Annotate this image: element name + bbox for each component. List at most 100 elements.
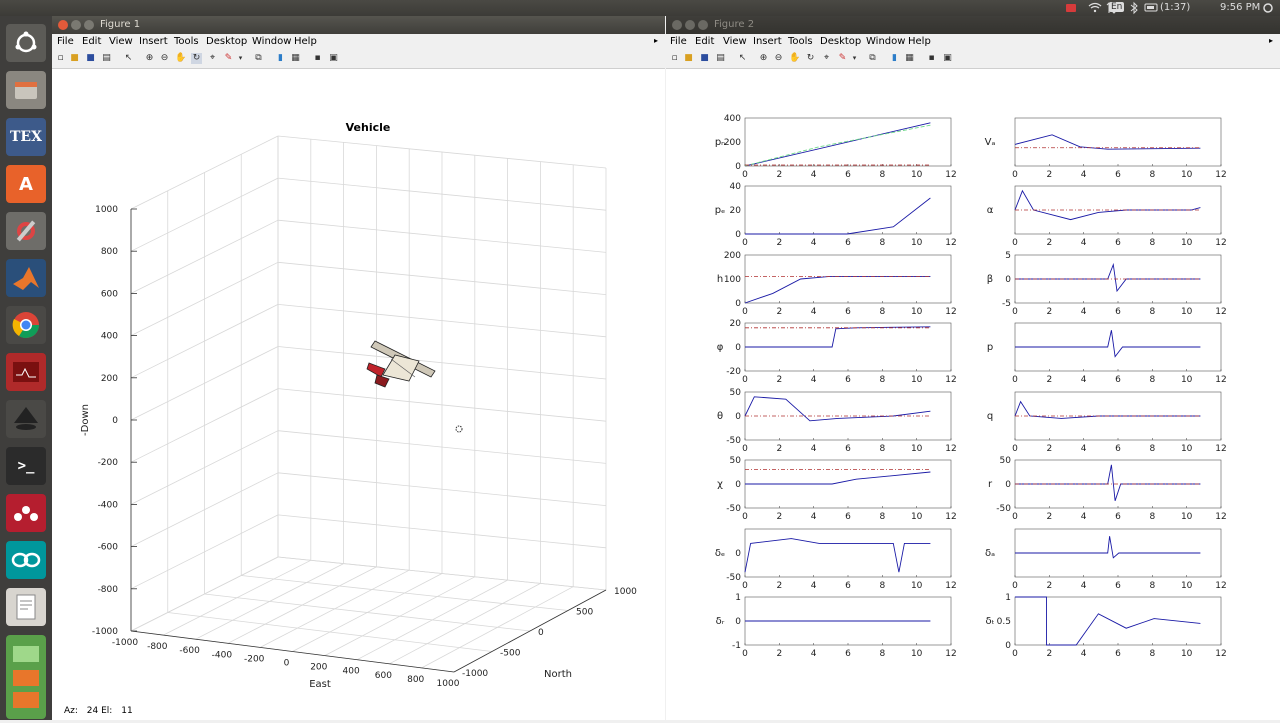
menu-desktop[interactable]: Desktop xyxy=(206,36,247,47)
brush-icon[interactable]: ✎ xyxy=(837,53,848,64)
settings-icon[interactable] xyxy=(6,212,46,250)
zoom-in-icon[interactable]: ⊕ xyxy=(758,53,769,64)
data-cursor-icon[interactable]: ⌖ xyxy=(207,53,218,64)
file-manager-icon[interactable] xyxy=(6,71,46,109)
bluetooth-icon[interactable] xyxy=(1130,1,1138,15)
hide-plot-tools-icon[interactable]: ▪ xyxy=(926,53,937,64)
chrome-icon[interactable] xyxy=(6,306,46,344)
close-button[interactable] xyxy=(672,20,682,30)
ubuntu-dash-icon[interactable] xyxy=(6,24,46,62)
subplot-pn[interactable]: 0 2 4 6 8 10 12 400 200 0 pₙ xyxy=(715,114,957,180)
subplot-delta_r[interactable]: 0 2 4 6 8 10 1210-1δᵣ xyxy=(716,593,957,659)
subplot-p[interactable]: 0 2 4 6 8 10 12 p xyxy=(987,322,1227,385)
edit-plot-icon[interactable]: ↖ xyxy=(123,53,134,64)
brush-icon[interactable]: ✎ xyxy=(223,53,234,64)
stacked-apps-icon[interactable] xyxy=(6,635,46,719)
subplot-delta_e[interactable]: 0 2 4 6 8 10 120-50δₑ xyxy=(715,528,957,591)
state-subplots[interactable]: 0 2 4 6 8 10 124002000pₙ 0 2 4 6 8 10 12Vₐ 0 2 4 6 8 10 1240… xyxy=(666,69,1280,720)
wifi-icon[interactable] xyxy=(1088,2,1102,9)
menu-file[interactable]: File xyxy=(670,36,687,47)
subplot-chi[interactable]: 0 2 4 6 8 10 12500-50χ xyxy=(717,456,957,522)
figure1-titlebar[interactable]: Figure 1 xyxy=(52,16,665,34)
minimize-button[interactable] xyxy=(685,20,695,30)
texstudio-icon[interactable]: TEX xyxy=(6,118,46,156)
new-figure-icon[interactable]: ▫ xyxy=(55,53,66,64)
menu-insert[interactable]: Insert xyxy=(753,36,782,47)
zoom-out-icon[interactable]: ⊖ xyxy=(773,53,784,64)
print-icon[interactable]: ▤ xyxy=(101,53,112,64)
text-editor-icon[interactable] xyxy=(6,588,46,626)
figure2-canvas[interactable]: 0 2 4 6 8 10 12 400 200 0 pₙ 0 2 4 6 8 10 12 Vₐ 0 2 4 6 8 10 12 40… xyxy=(666,69,1280,720)
menu-view[interactable]: View xyxy=(109,36,133,47)
brush-dropdown-icon[interactable]: ▾ xyxy=(235,53,246,64)
colorbar-icon[interactable]: ▮ xyxy=(275,53,286,64)
menu-file[interactable]: File xyxy=(57,36,74,47)
maximize-button[interactable] xyxy=(84,20,94,30)
terminal-icon[interactable]: >_ xyxy=(6,447,46,485)
menu-view[interactable]: View xyxy=(723,36,747,47)
menu-edit[interactable]: Edit xyxy=(695,36,714,47)
system-monitor-icon[interactable] xyxy=(6,353,46,391)
pan-icon[interactable]: ✋ xyxy=(789,53,800,64)
menu-help[interactable]: Help xyxy=(294,36,317,47)
software-center-icon[interactable]: A xyxy=(6,165,46,203)
pan-icon[interactable]: ✋ xyxy=(175,53,186,64)
figure2-titlebar[interactable]: Figure 2 xyxy=(666,16,1280,34)
subplot-q[interactable]: 0 2 4 6 8 10 12 q xyxy=(987,391,1227,454)
print-icon[interactable]: ▤ xyxy=(715,53,726,64)
data-cursor-icon[interactable]: ⌖ xyxy=(821,53,832,64)
aircraft-model[interactable] xyxy=(366,340,436,388)
save-icon[interactable]: ■ xyxy=(699,53,710,64)
colorbar-icon[interactable]: ▮ xyxy=(889,53,900,64)
link-plot-icon[interactable]: ⧉ xyxy=(253,53,264,64)
save-icon[interactable]: ■ xyxy=(85,53,96,64)
video-recorder-icon[interactable] xyxy=(1066,4,1076,12)
show-plot-tools-icon[interactable]: ▣ xyxy=(328,53,339,64)
inkscape-icon[interactable] xyxy=(6,400,46,438)
rotate-3d-icon[interactable]: ↻ xyxy=(191,53,202,64)
menu-window[interactable]: Window xyxy=(252,36,291,47)
subplot-beta[interactable]: 0 2 4 6 8 10 1250-5β xyxy=(987,251,1227,317)
close-button[interactable] xyxy=(58,20,68,30)
link-plot-icon[interactable]: ⧉ xyxy=(867,53,878,64)
menu-insert[interactable]: Insert xyxy=(139,36,168,47)
minimize-button[interactable] xyxy=(71,20,81,30)
hide-plot-tools-icon[interactable]: ▪ xyxy=(312,53,323,64)
mendeley-icon[interactable] xyxy=(6,494,46,532)
menu-tools[interactable]: Tools xyxy=(788,36,813,47)
zoom-out-icon[interactable]: ⊖ xyxy=(159,53,170,64)
show-plot-tools-icon[interactable]: ▣ xyxy=(942,53,953,64)
vehicle-3d-axes[interactable]: 10008006004002000-200-400-600-800-1000-1… xyxy=(52,69,665,720)
edit-plot-icon[interactable]: ↖ xyxy=(737,53,748,64)
subplot-theta[interactable]: 0 2 4 6 8 10 12500-50θ xyxy=(717,388,957,454)
subplot-delta_t[interactable]: 0 2 4 6 8 10 12 1 0.5 0 δₜ xyxy=(985,593,1226,659)
brush-dropdown-icon[interactable]: ▾ xyxy=(849,53,860,64)
figure1-canvas[interactable]: 1000 800 600 400 200 0 -200 -400 -600 -800 -1000 -1… xyxy=(52,69,665,720)
subplot-h[interactable]: 0 2 4 6 8 10 12 200 100 0 h xyxy=(717,251,957,317)
legend-icon[interactable]: ▦ xyxy=(290,53,301,64)
menu-tools[interactable]: Tools xyxy=(174,36,199,47)
open-file-icon[interactable]: ■ xyxy=(69,53,80,64)
zoom-in-icon[interactable]: ⊕ xyxy=(144,53,155,64)
keyboard-layout-label[interactable]: En xyxy=(1109,2,1125,12)
power-gear-icon[interactable] xyxy=(1263,3,1273,13)
subplot-r[interactable]: 0 2 4 6 8 10 12500-50r xyxy=(988,456,1227,522)
menubar-arrow-icon[interactable]: ▸ xyxy=(1269,36,1273,45)
subplot-alpha[interactable]: 0 2 4 6 8 10 12 α xyxy=(987,185,1227,248)
menu-desktop[interactable]: Desktop xyxy=(820,36,861,47)
subplot-delta_a[interactable]: 0 2 4 6 8 10 12 δₐ xyxy=(985,528,1227,591)
rotate-3d-icon[interactable]: ↻ xyxy=(805,53,816,64)
open-file-icon[interactable]: ■ xyxy=(683,53,694,64)
clock[interactable]: 9:56 PM xyxy=(1220,2,1260,13)
menubar-arrow-icon[interactable]: ▸ xyxy=(654,36,658,45)
subplot-Va[interactable]: 0 2 4 6 8 10 12 Vₐ xyxy=(985,117,1227,180)
arduino-icon[interactable] xyxy=(6,541,46,579)
subplot-phi[interactable]: 0 2 4 6 8 10 12200-20φ xyxy=(717,319,957,385)
menu-window[interactable]: Window xyxy=(866,36,905,47)
menu-edit[interactable]: Edit xyxy=(82,36,101,47)
subplot-pe[interactable]: 0 2 4 6 8 10 12 40 20 0 pₑ xyxy=(715,182,957,248)
menu-help[interactable]: Help xyxy=(908,36,931,47)
new-figure-icon[interactable]: ▫ xyxy=(669,53,680,64)
matlab-icon[interactable] xyxy=(6,259,46,297)
legend-icon[interactable]: ▦ xyxy=(904,53,915,64)
